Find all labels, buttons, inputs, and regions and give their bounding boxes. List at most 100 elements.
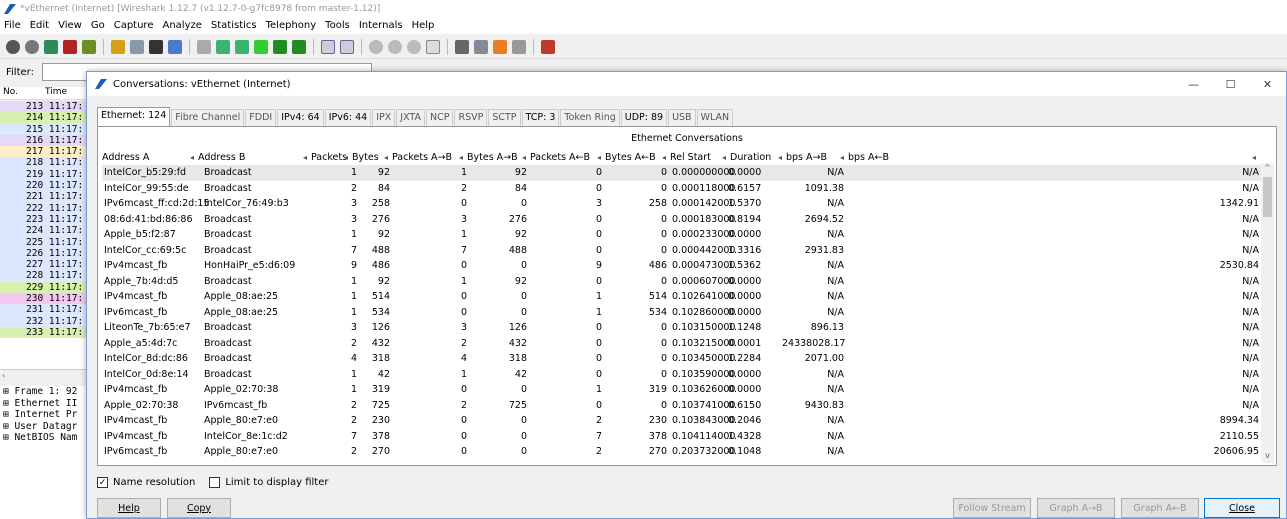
- stop-capture-icon[interactable]: [63, 39, 77, 54]
- sort-arrow-icon[interactable]: ◂: [778, 151, 782, 165]
- table-row[interactable]: IPv6mcast_fb Apple_80:e7:e0 2 270 0 0 2 270 0.20…: [102, 444, 1262, 460]
- tab-udp[interactable]: UDP: 89: [620, 109, 668, 126]
- go-back-icon[interactable]: [216, 39, 230, 54]
- table-row[interactable]: IPv4mcast_fb Apple_80:e7:e0 2 230 0 0 2 230 0.10…: [102, 413, 1262, 429]
- menu-internals[interactable]: Internals: [359, 20, 403, 31]
- tab-ipv6[interactable]: IPv6: 44: [324, 109, 372, 126]
- table-row[interactable]: IntelCor_8d:dc:86 Broadcast 4 318 4 318 0 0 0.10…: [102, 351, 1262, 367]
- start-capture-icon[interactable]: [44, 39, 58, 54]
- open-file-icon[interactable]: [111, 39, 125, 54]
- menu-edit[interactable]: Edit: [30, 20, 49, 31]
- sort-arrow-icon[interactable]: ◂: [840, 151, 844, 165]
- copy-button[interactable]: Copy: [167, 498, 231, 518]
- table-row[interactable]: IntelCor_b5:29:fd Broadcast 1 92 1 92 0 0 0.0000…: [102, 165, 1262, 181]
- packet-list-hscrollbar[interactable]: ‹: [0, 369, 88, 381]
- scroll-down-icon[interactable]: v: [1261, 451, 1274, 463]
- col-header[interactable]: Address B: [198, 151, 245, 165]
- table-row[interactable]: LiteonTe_7b:65:e7 Broadcast 3 126 3 126 0 0 0.10…: [102, 320, 1262, 336]
- table-row[interactable]: IntelCor_0d:8e:14 Broadcast 1 42 1 42 0 0 0.1035…: [102, 367, 1262, 383]
- close-button[interactable]: Close: [1204, 498, 1280, 518]
- table-row[interactable]: IPv4mcast_fb HonHaiPr_e5:d6:09 9 486 0 0 9 486 0…: [102, 258, 1262, 274]
- sort-arrow-icon[interactable]: ◂: [344, 151, 348, 165]
- auto-scroll-icon[interactable]: [340, 39, 354, 54]
- packet-row[interactable]: 228 11:17:: [0, 270, 88, 282]
- tab-ipx[interactable]: IPX: [372, 109, 396, 126]
- restart-capture-icon[interactable]: [82, 39, 96, 54]
- sort-arrow-icon[interactable]: ◂: [1252, 151, 1256, 165]
- sort-arrow-icon[interactable]: ◂: [662, 151, 666, 165]
- packet-row[interactable]: 231 11:17:: [0, 304, 88, 316]
- close-file-icon[interactable]: [149, 39, 163, 54]
- packet-row[interactable]: 232 11:17:: [0, 315, 88, 327]
- graph-a-to-b-button[interactable]: Graph A→B: [1037, 498, 1115, 518]
- resize-columns-icon[interactable]: [426, 39, 440, 54]
- table-row[interactable]: IPv6mcast_ff:cd:2d:15 IntelCor_76:49:b3 3 2…: [102, 196, 1262, 212]
- sort-arrow-icon[interactable]: ◂: [384, 151, 388, 165]
- menu-capture[interactable]: Capture: [114, 20, 154, 31]
- tab-rsvp[interactable]: RSVP: [454, 109, 488, 126]
- scroll-up-icon[interactable]: ^: [1261, 163, 1274, 175]
- sort-arrow-icon[interactable]: ◂: [522, 151, 526, 165]
- packet-row[interactable]: 222 11:17:: [0, 202, 88, 214]
- zoom-in-icon[interactable]: [369, 39, 383, 54]
- tree-item[interactable]: ⊞ User Datagr: [0, 421, 88, 433]
- table-row[interactable]: IPv4mcast_fb Apple_02:70:38 1 319 0 0 1 319 0.10…: [102, 382, 1262, 398]
- packet-row[interactable]: 218 11:17:: [0, 157, 88, 169]
- sort-arrow-icon[interactable]: ◂: [190, 151, 194, 165]
- tab-sctp[interactable]: SCTP: [488, 109, 521, 126]
- zoom-reset-icon[interactable]: [407, 39, 421, 54]
- packet-row[interactable]: 221 11:17:: [0, 191, 88, 203]
- tab-wlan[interactable]: WLAN: [696, 109, 734, 126]
- conversation-table-vscrollbar[interactable]: ^ v: [1261, 163, 1274, 463]
- table-row[interactable]: IPv4mcast_fb IntelCor_8e:1c:d2 7 378 0 0 7 378 0…: [102, 429, 1262, 445]
- col-header[interactable]: Duration: [730, 151, 771, 165]
- checkmark-icon[interactable]: ✓: [97, 477, 108, 488]
- col-header[interactable]: Bytes A←B: [605, 151, 656, 165]
- table-row[interactable]: Apple_7b:4d:d5 Broadcast 1 92 1 92 0 0 0.0006070…: [102, 274, 1262, 290]
- scroll-thumb[interactable]: [1263, 177, 1272, 217]
- table-row[interactable]: 08:6d:41:bd:86:86 Broadcast 3 276 3 276 0 0 0.00…: [102, 212, 1262, 228]
- tab-ncp[interactable]: NCP: [426, 109, 454, 126]
- col-header[interactable]: Packets A→B: [392, 151, 452, 165]
- maximize-icon[interactable]: ☐: [1212, 72, 1249, 96]
- table-row[interactable]: IPv6mcast_fb Apple_08:ae:25 1 534 0 0 1 534 0.10…: [102, 305, 1262, 321]
- packet-row[interactable]: 223 11:17:: [0, 213, 88, 226]
- packet-row[interactable]: 214 11:17:: [0, 112, 88, 124]
- graph-b-to-a-button[interactable]: Graph A←B: [1121, 498, 1199, 518]
- table-row[interactable]: Apple_02:70:38 IPv6mcast_fb 2 725 2 725 0 0 0.10…: [102, 398, 1262, 414]
- close-icon[interactable]: ✕: [1249, 72, 1286, 96]
- coloring-rules-icon[interactable]: [493, 39, 507, 54]
- menu-analyze[interactable]: Analyze: [162, 20, 201, 31]
- menu-view[interactable]: View: [58, 20, 82, 31]
- table-row[interactable]: IPv4mcast_fb Apple_08:ae:25 1 514 0 0 1 514 0.10…: [102, 289, 1262, 305]
- tab-tcp[interactable]: TCP: 3: [521, 109, 560, 126]
- col-header[interactable]: Packets A←B: [530, 151, 590, 165]
- menu-statistics[interactable]: Statistics: [211, 20, 257, 31]
- interfaces-icon[interactable]: [6, 39, 20, 54]
- sort-arrow-icon[interactable]: ◂: [597, 151, 601, 165]
- col-header[interactable]: Packets: [311, 151, 347, 165]
- colorize-icon[interactable]: [321, 39, 335, 54]
- tab-token-ring[interactable]: Token Ring: [560, 109, 620, 126]
- help-button[interactable]: Help: [97, 498, 161, 518]
- tab-fibre-channel[interactable]: Fibre Channel: [171, 109, 245, 126]
- tree-item[interactable]: ⊞ NetBIOS Nam: [0, 432, 88, 444]
- find-packet-icon[interactable]: [197, 39, 211, 54]
- col-header[interactable]: Bytes: [352, 151, 379, 165]
- table-row[interactable]: Apple_a5:4d:7c Broadcast 2 432 2 432 0 0 0.10321…: [102, 336, 1262, 352]
- menu-telephony[interactable]: Telephony: [266, 20, 317, 31]
- tree-item[interactable]: ⊞ Ethernet II: [0, 398, 88, 410]
- name-resolution-checkbox[interactable]: ✓ Name resolution: [97, 477, 195, 488]
- col-header[interactable]: Bytes A→B: [467, 151, 518, 165]
- menu-file[interactable]: File: [4, 20, 21, 31]
- packet-row[interactable]: 225 11:17:: [0, 236, 88, 248]
- menu-go[interactable]: Go: [91, 20, 105, 31]
- col-time[interactable]: Time: [42, 87, 67, 99]
- packet-row[interactable]: 219 11:17:: [0, 168, 88, 181]
- sort-arrow-icon[interactable]: ◂: [303, 151, 307, 165]
- table-row[interactable]: IntelCor_99:55:de Broadcast 2 84 2 84 0 0 0.0001…: [102, 181, 1262, 197]
- go-first-icon[interactable]: [273, 39, 287, 54]
- packet-row[interactable]: 233 11:17:: [0, 326, 88, 339]
- packet-row[interactable]: 215 11:17:: [0, 123, 88, 135]
- minimize-icon[interactable]: —: [1175, 72, 1212, 96]
